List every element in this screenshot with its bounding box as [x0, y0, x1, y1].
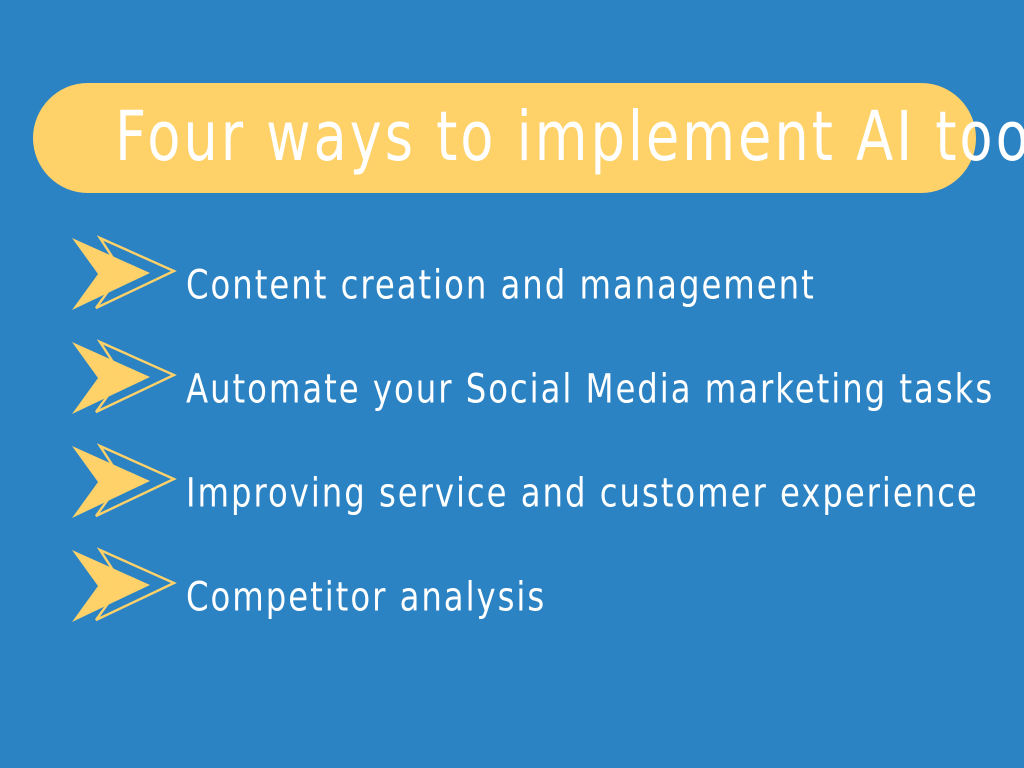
list-item-label: Content creation and management — [186, 260, 816, 308]
list-item: Automate your Social Media marketing tas… — [0, 336, 1024, 440]
list-item: Improving service and customer experienc… — [0, 440, 1024, 544]
list-item-label: Automate your Social Media marketing tas… — [186, 364, 995, 412]
bullet-list: Content creation and management Automate… — [0, 232, 1024, 648]
double-chevron-arrow-icon — [68, 443, 177, 518]
title-banner: Four ways to implement AI tools — [33, 83, 1024, 193]
page-title: Four ways to implement AI tools — [115, 97, 1024, 178]
double-chevron-arrow-icon — [68, 235, 177, 310]
list-item: Competitor analysis — [0, 544, 1024, 648]
double-chevron-arrow-icon — [68, 339, 177, 414]
list-item-label: Competitor analysis — [186, 572, 547, 620]
list-item: Content creation and management — [0, 232, 1024, 336]
double-chevron-arrow-icon — [68, 547, 177, 622]
slide-canvas: Four ways to implement AI tools Content … — [0, 0, 1024, 768]
list-item-label: Improving service and customer experienc… — [186, 468, 979, 516]
